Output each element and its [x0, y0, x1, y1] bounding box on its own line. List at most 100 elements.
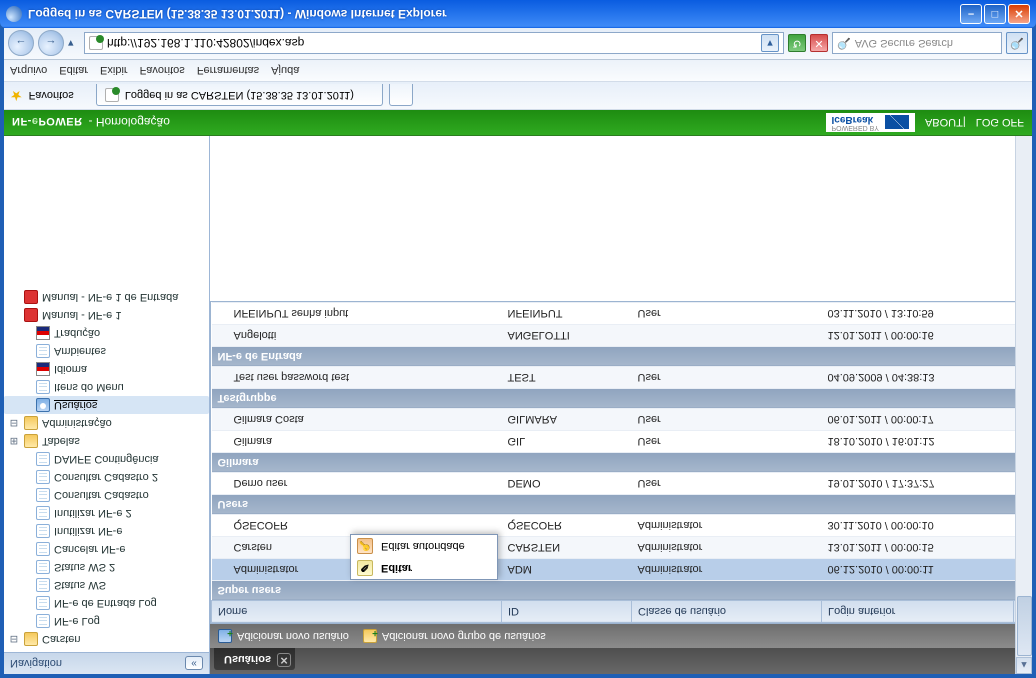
forward-button[interactable]: →: [38, 31, 64, 57]
tree-node-idioma[interactable]: Idioma: [4, 360, 209, 378]
tree-node-manual1[interactable]: Manual - NF-e 1: [4, 306, 209, 324]
icebreak-stripe-icon: [885, 116, 909, 130]
about-link[interactable]: ABOUT: [925, 117, 963, 129]
group-testgruppe[interactable]: Testgruppe: [212, 389, 1031, 409]
menu-exibir[interactable]: Exibir: [100, 65, 128, 77]
grid-row-demo[interactable]: Demo userDEMOUser19.01.2010 / 17:37:27: [212, 473, 1031, 495]
grid-row-test[interactable]: Test user password testTESTUser04.09.200…: [212, 367, 1031, 389]
close-button[interactable]: ✕: [1008, 4, 1030, 24]
grid-header-row: Nome ID Classe de usuário Login anterior: [212, 601, 1031, 623]
tree-node-nfe-entrada-log[interactable]: NF-e de Entrada Log: [4, 594, 209, 612]
window-title: Logged in as CARSTEN (15.38.35 13.01.201…: [28, 7, 960, 21]
col-login[interactable]: Login anterior: [822, 601, 1014, 623]
tree-node-usuarios[interactable]: Usuários: [4, 396, 209, 414]
grid-row-gilmara[interactable]: GilmaraGILUser18.10.2010 / 16:01:12: [212, 431, 1031, 453]
empty-area: [210, 136, 1032, 301]
nav-sidebar: Navigation « ⊟Carsten NF-e Log NF-e de E…: [4, 136, 210, 674]
refresh-button[interactable]: ↻: [788, 35, 806, 53]
app-header: NF-ePOWER - Homologação POWERED BY IceBr…: [4, 110, 1032, 136]
search-go-button[interactable]: 🔍: [1006, 33, 1028, 55]
tabs-bar: ★ Favoritos Logged in as CARSTEN (15.38.…: [4, 82, 1032, 110]
main-scrollbar[interactable]: ▴: [1015, 136, 1032, 674]
user-add-icon: [218, 629, 232, 643]
group-gilmara[interactable]: Gilmara: [212, 453, 1031, 473]
group-super-users[interactable]: Super users: [212, 581, 1031, 601]
context-menu: ✎ Editar Editar autoridade: [350, 534, 498, 580]
new-tab-button[interactable]: [389, 85, 413, 107]
search-field[interactable]: 🔍 AVG Secure Search: [832, 33, 1002, 55]
group-add-icon: [363, 629, 377, 643]
app-logo: NF-ePOWER: [12, 115, 83, 130]
menu-arquivo[interactable]: Arquivo: [10, 65, 47, 77]
main-panel: Usuários ✕ Adicionar novo usuário Adicio…: [210, 136, 1032, 674]
app-subtitle: - Homologação: [89, 116, 170, 130]
tree-node-itens-menu[interactable]: Itens do Menu: [4, 378, 209, 396]
grid-row-adm[interactable]: AdministratorADMAdministrator06.12.2010 …: [212, 559, 1031, 581]
add-group-button[interactable]: Adicionar novo grupo de usuários: [363, 629, 546, 643]
tree-node-traducao[interactable]: Tradução: [4, 324, 209, 342]
content-tabstrip: Usuários ✕: [210, 648, 1032, 674]
grid-row-carsten[interactable]: CarstenCARSTENAdministrator13.01.2011 / …: [212, 537, 1031, 559]
browser-tab-active[interactable]: Logged in as CARSTEN (15.38.35 13.01.201…: [96, 85, 383, 107]
col-nome[interactable]: Nome: [212, 601, 502, 623]
scroll-up-icon[interactable]: ▴: [1016, 657, 1032, 674]
stop-button[interactable]: ✕: [810, 35, 828, 53]
close-tab-icon[interactable]: ✕: [277, 653, 291, 667]
sidebar-header: Navigation «: [4, 652, 209, 674]
content-tab-usuarios[interactable]: Usuários ✕: [214, 648, 295, 670]
tree-node-ambientes[interactable]: Ambientes: [4, 342, 209, 360]
url-input[interactable]: [107, 37, 757, 51]
tree-node-carsten[interactable]: ⊟Carsten: [4, 630, 209, 648]
tree-node-danfe[interactable]: DANFE Contingência: [4, 450, 209, 468]
users-grid: Nome ID Classe de usuário Login anterior…: [211, 302, 1031, 623]
tree-node-status-ws2[interactable]: Status WS 2: [4, 558, 209, 576]
favorites-star-icon[interactable]: ★: [10, 87, 23, 104]
window-titlebar: Logged in as CARSTEN (15.38.35 13.01.201…: [0, 0, 1036, 28]
grid-row-nfeinput[interactable]: NFEINPUT senha inputNFEINPUTUser03.11.20…: [212, 303, 1031, 325]
tree-node-status-ws[interactable]: Status WS: [4, 576, 209, 594]
tree-node-admin[interactable]: ⊟Administração: [4, 414, 209, 432]
minimize-button[interactable]: –: [960, 4, 982, 24]
logoff-link[interactable]: LOG OFF: [976, 117, 1024, 129]
col-classe[interactable]: Classe de usuário: [632, 601, 822, 623]
menu-ajuda[interactable]: Ajuda: [271, 65, 299, 77]
url-field-wrap[interactable]: ▾: [84, 33, 784, 55]
url-dropdown-icon[interactable]: ▾: [761, 35, 779, 53]
menu-favoritos[interactable]: Favoritos: [140, 65, 185, 77]
tab-favicon-icon: [105, 88, 119, 102]
tree-node-manual2[interactable]: Manual - NF-e 1 de Entrada: [4, 288, 209, 306]
tree-node-inutilizar2[interactable]: Inutilizar NF-e 2: [4, 504, 209, 522]
browser-icon: [6, 6, 22, 22]
tree-node-tabelas[interactable]: ⊞Tabelas: [4, 432, 209, 450]
grid-row-qsecofr[interactable]: QSECOFRQSECOFRAdministrator30.11.2010 / …: [212, 515, 1031, 537]
ctx-editar[interactable]: ✎ Editar: [351, 557, 497, 579]
back-button[interactable]: ←: [8, 31, 34, 57]
address-bar: ← → ▾ ▾ ↻ ✕ 🔍 AVG Secure Search 🔍: [4, 28, 1032, 60]
authority-icon: [357, 538, 373, 554]
tree-node-cadastro[interactable]: Consultar Cadastro: [4, 486, 209, 504]
add-user-button[interactable]: Adicionar novo usuário: [218, 629, 349, 643]
sidebar-collapse-button[interactable]: «: [185, 657, 203, 671]
sidebar-title: Navigation: [10, 658, 62, 670]
group-users[interactable]: Users: [212, 495, 1031, 515]
tree-node-cadastro2[interactable]: Consultar Cadastro 2: [4, 468, 209, 486]
search-placeholder: AVG Secure Search: [855, 38, 953, 50]
ctx-editar-autoridade[interactable]: Editar autoridade: [351, 535, 497, 557]
maximize-button[interactable]: □: [984, 4, 1006, 24]
scroll-thumb[interactable]: [1017, 596, 1032, 656]
tree-node-cancelar[interactable]: Cancelar NF-e: [4, 540, 209, 558]
menu-ferramentas[interactable]: Ferramentas: [197, 65, 259, 77]
grid-row-angelotti[interactable]: AngelottiANGELOTTI12.01.2011 / 00:00:16: [212, 325, 1031, 347]
menu-editar[interactable]: Editar: [59, 65, 88, 77]
icebreak-badge: POWERED BY IceBreak: [826, 113, 915, 132]
search-icon: 🔍: [837, 37, 851, 50]
col-id[interactable]: ID: [502, 601, 632, 623]
tree-node-inutilizar[interactable]: Inutilizar NF-e: [4, 522, 209, 540]
grid-row-gilmara-costa[interactable]: Gilmara CostaGILMARAUser06.01.2011 / 00:…: [212, 409, 1031, 431]
edit-icon: ✎: [357, 560, 373, 576]
favorites-label[interactable]: Favoritos: [29, 90, 74, 102]
page-icon: [89, 37, 103, 51]
group-nfe-entrada[interactable]: NF-e de Entrada: [212, 347, 1031, 367]
nav-dropdown-icon[interactable]: ▾: [68, 37, 80, 50]
tree-node-nfe-log[interactable]: NF-e Log: [4, 612, 209, 630]
